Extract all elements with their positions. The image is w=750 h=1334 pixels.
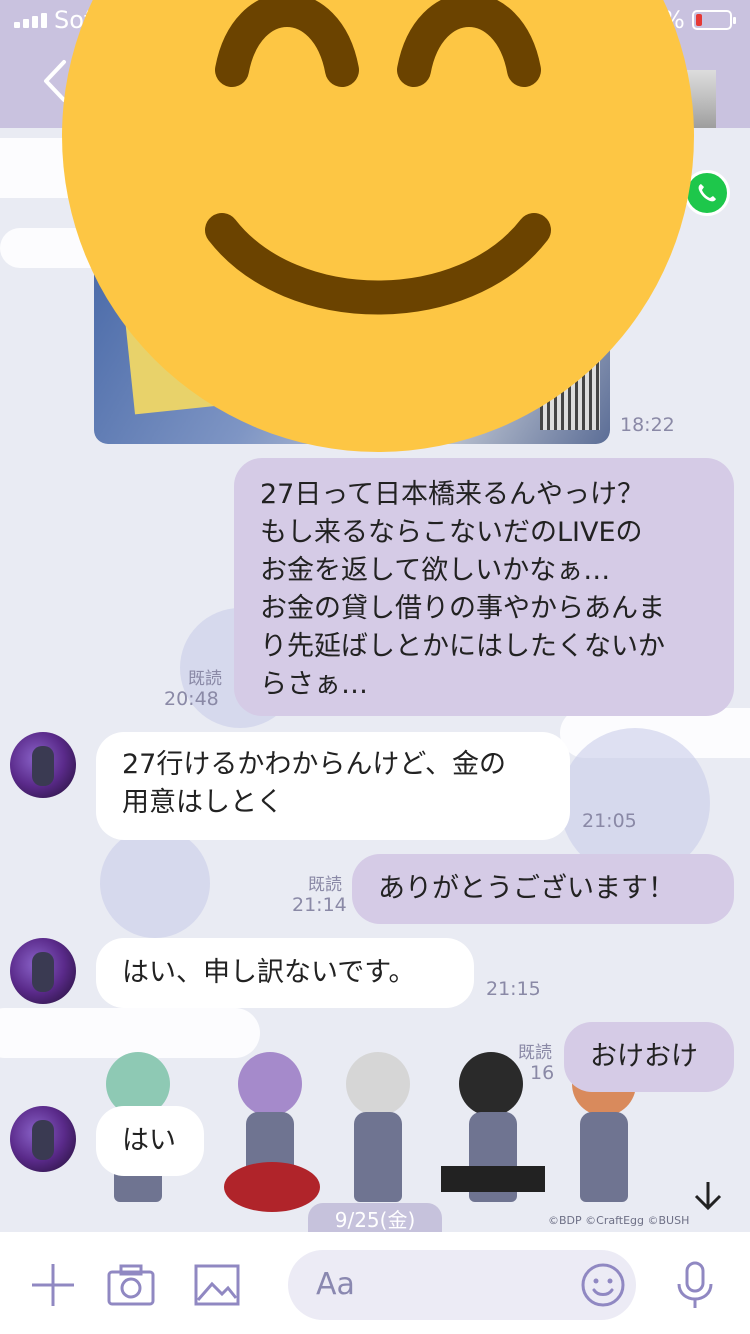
outgoing-message-bubble[interactable]: おけおけ bbox=[564, 1022, 734, 1092]
sticker-copyright: ©BDP ©CraftEgg ©BUSH bbox=[548, 1214, 690, 1227]
phone-icon bbox=[698, 184, 716, 202]
read-receipt: 既読 bbox=[308, 875, 342, 895]
message-line: り先延ばしとかにはしたくないか bbox=[260, 631, 665, 662]
incoming-message-bubble[interactable]: はい、申し訳ないです。 bbox=[96, 938, 474, 1008]
message-time: 21:14 bbox=[292, 894, 347, 916]
message-line: はい、申し訳ないです。 bbox=[122, 957, 416, 988]
message-time: 21:15 bbox=[486, 978, 541, 1000]
message-line: お金を返して欲しいかなぁ… bbox=[260, 555, 611, 586]
incoming-message-bubble[interactable]: はい bbox=[96, 1106, 204, 1176]
message-time: 16 bbox=[530, 1062, 555, 1084]
battery-icon bbox=[692, 10, 736, 30]
background-flower bbox=[100, 828, 210, 938]
message-line: 用意はしとく bbox=[122, 787, 284, 818]
signal-icon bbox=[14, 13, 47, 28]
emoji-icon bbox=[581, 1263, 625, 1307]
composer-bar: Aa bbox=[0, 1232, 750, 1334]
message-line: ありがとうございます！ bbox=[378, 873, 675, 904]
sticker-character bbox=[216, 1042, 326, 1212]
message-line: お金の貸し借りの事やからあんま bbox=[260, 593, 665, 624]
message-line: もし来るならこないだのLIVEの bbox=[260, 517, 643, 548]
message-line: 27行けるかわからんけど、金の bbox=[122, 749, 507, 780]
image-button[interactable] bbox=[192, 1260, 242, 1310]
avatar[interactable] bbox=[10, 938, 76, 1004]
read-receipt: 既読 bbox=[518, 1043, 552, 1063]
avatar[interactable] bbox=[10, 732, 76, 798]
voice-button[interactable] bbox=[670, 1260, 720, 1310]
avatar[interactable] bbox=[10, 1106, 76, 1172]
message-line: はい bbox=[122, 1125, 176, 1156]
message-line: 27日って日本橋来るんやっけ？ bbox=[260, 479, 645, 510]
image-icon bbox=[194, 1264, 240, 1306]
message-time: 20:48 bbox=[164, 688, 219, 710]
sticker-character bbox=[336, 1042, 420, 1212]
message-line: らさぁ… bbox=[260, 669, 368, 700]
read-receipt: 既読 bbox=[188, 669, 222, 689]
incoming-message-bubble[interactable]: 27行けるかわからんけど、金の 用意はしとく bbox=[96, 732, 570, 840]
microphone-icon bbox=[677, 1261, 713, 1308]
add-button[interactable] bbox=[28, 1260, 78, 1310]
outgoing-message-bubble[interactable]: 27日って日本橋来るんやっけ？ もし来るならこないだのLIVEの お金を返して欲… bbox=[234, 458, 734, 716]
camera-button[interactable] bbox=[106, 1260, 156, 1310]
outgoing-message-bubble[interactable]: ありがとうございます！ bbox=[352, 854, 734, 924]
message-time: 21:05 bbox=[582, 810, 637, 832]
message-line: おけおけ bbox=[590, 1041, 698, 1072]
camera-icon bbox=[107, 1264, 155, 1306]
arrow-down-icon bbox=[694, 1182, 722, 1211]
smiley-face-icon bbox=[62, 0, 694, 452]
plus-icon bbox=[32, 1264, 74, 1306]
scroll-to-bottom-button[interactable] bbox=[690, 1178, 726, 1214]
emoji-button[interactable] bbox=[580, 1262, 626, 1308]
date-separator: 9/25(金) bbox=[308, 1203, 442, 1233]
